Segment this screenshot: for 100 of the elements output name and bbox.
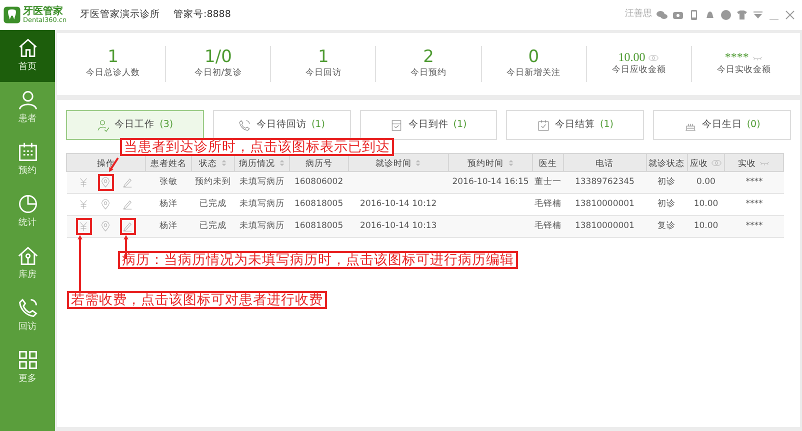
shirt-icon[interactable] [736,9,748,21]
calendar-check-icon [537,118,550,132]
table-cell: 初诊 [658,199,676,210]
stat-label: 今日新增关注 [506,66,562,80]
table-cell: 13810000001 [574,199,634,210]
account-number: 管家号:8888 [174,8,231,22]
person-check-icon [96,118,110,132]
callout-arrow [78,235,82,291]
close-icon[interactable] [784,9,796,21]
table-cell: 2016-10-14 10:13 [360,221,437,232]
home-icon [16,37,38,60]
column-header: 操作 [66,154,146,172]
tab[interactable]: 今日生日 (0) [653,110,791,140]
table-cell: 160806002 [294,177,344,188]
table-cell: 杨洋 [159,221,178,232]
table-cell: **** [746,221,763,232]
table-cell: 未填写病历 [240,199,285,210]
eye-closed-icon [759,159,770,168]
eye-icon [710,159,722,168]
form-icon [390,118,404,132]
stat-value: 10.00 [618,51,646,64]
stat-label: 今日总诊人数 [85,66,142,80]
stat-value: **** [724,51,749,64]
column-header: 医生 [532,154,564,172]
stat-label: 今日预约 [409,66,448,80]
callout-label: 病历：当病历情况为未填写病历时，点击该图标可进行病历编辑 [118,251,518,269]
tab[interactable]: 今日结算 (1) [506,110,644,140]
table-cell: 160818005 [294,221,344,232]
column-header[interactable]: 预约时间 [448,154,532,172]
sidebar-item[interactable]: 首页 [0,30,55,82]
sort-icon [279,159,286,168]
highlight-frame[interactable] [98,174,114,191]
location-pin-icon[interactable] [100,199,112,210]
table-cell: 10.00 [694,221,718,232]
column-header[interactable]: 就诊时间 [348,154,449,172]
column-header: 应收 [687,154,725,172]
yuan-icon[interactable] [78,199,90,210]
table-cell: 2016-10-14 16:15 [452,177,529,188]
table-cell: 已完成 [199,199,226,210]
table-cell: 160818005 [294,199,344,210]
tab[interactable]: 今日待回访 (1) [212,110,351,140]
table-cell: 未填写病历 [240,221,285,232]
table-cell: **** [746,177,763,188]
table-cell: 13810000001 [574,221,634,232]
table-cell: 董士一 [534,177,562,188]
dropdown-icon[interactable] [752,9,764,21]
pie-chart-icon [16,193,38,216]
table-cell: 0.00 [696,177,716,188]
stat-label: 今日初/复诊 [193,66,244,80]
logo-text: 牙医管家 [23,6,63,17]
table-cell: 复诊 [658,221,676,232]
column-header: 电话 [563,154,646,172]
yuan-icon[interactable] [78,177,90,188]
table-cell: 杨洋 [159,199,178,210]
chat-icon[interactable] [656,9,668,21]
sort-icon [415,159,422,168]
eye-icon[interactable] [648,54,660,62]
sort-icon [508,159,514,168]
stat-value: 1 [106,48,120,67]
stat-label: 今日回访 [304,66,342,80]
table-cell: 未填写病历 [240,177,285,188]
pencil-icon[interactable] [122,221,134,232]
table-cell: 13389762345 [574,177,634,188]
pencil-icon[interactable] [122,199,134,210]
tab[interactable]: 今日工作 (3) [66,110,204,140]
callout-label: 若需收费，点击该图标可对患者进行收费 [67,291,327,309]
column-header: 实收 [724,154,784,172]
stat-value: 2 [422,48,435,67]
stat-label: 今日应收金额 [610,64,667,77]
table-cell: 初诊 [658,177,676,188]
table-cell: 2016-10-14 10:12 [360,199,437,210]
grid-icon [16,349,38,372]
sort-icon [220,159,227,168]
stat-value: 0 [527,48,540,67]
clinic-name: 牙医管家演示诊所 [80,8,160,22]
highlight-frame[interactable] [120,218,136,235]
person-icon [16,89,38,112]
yuan-icon[interactable] [78,221,90,232]
tab[interactable]: 今日到件 (1) [360,110,498,140]
table-cell: 预约未到 [194,177,231,188]
bell-icon[interactable] [704,9,716,21]
column-header: 就诊状态 [646,154,688,172]
stat-label: 今日实收金额 [716,64,772,77]
table-cell: 毛铎楠 [534,221,562,232]
location-pin-icon[interactable] [100,221,112,232]
mobile-icon[interactable] [688,9,700,21]
location-pin-icon[interactable] [100,177,112,188]
table-cell: 毛铎楠 [534,199,562,210]
stat-value: 1/0 [204,48,233,67]
table-cell: **** [746,199,763,210]
calendar-icon [16,141,38,164]
tooth-logo-icon [3,6,21,24]
pencil-icon[interactable] [122,177,134,188]
table-cell: 已完成 [199,221,226,232]
stat-value: 1 [316,48,330,67]
callout-label: 当患者到达诊所时，点击该图标表示已到达 [120,138,394,156]
house-icon [16,245,38,268]
highlight-frame[interactable] [76,218,92,235]
table-cell: 张敏 [159,177,178,188]
table-cell: 10.00 [694,199,718,210]
